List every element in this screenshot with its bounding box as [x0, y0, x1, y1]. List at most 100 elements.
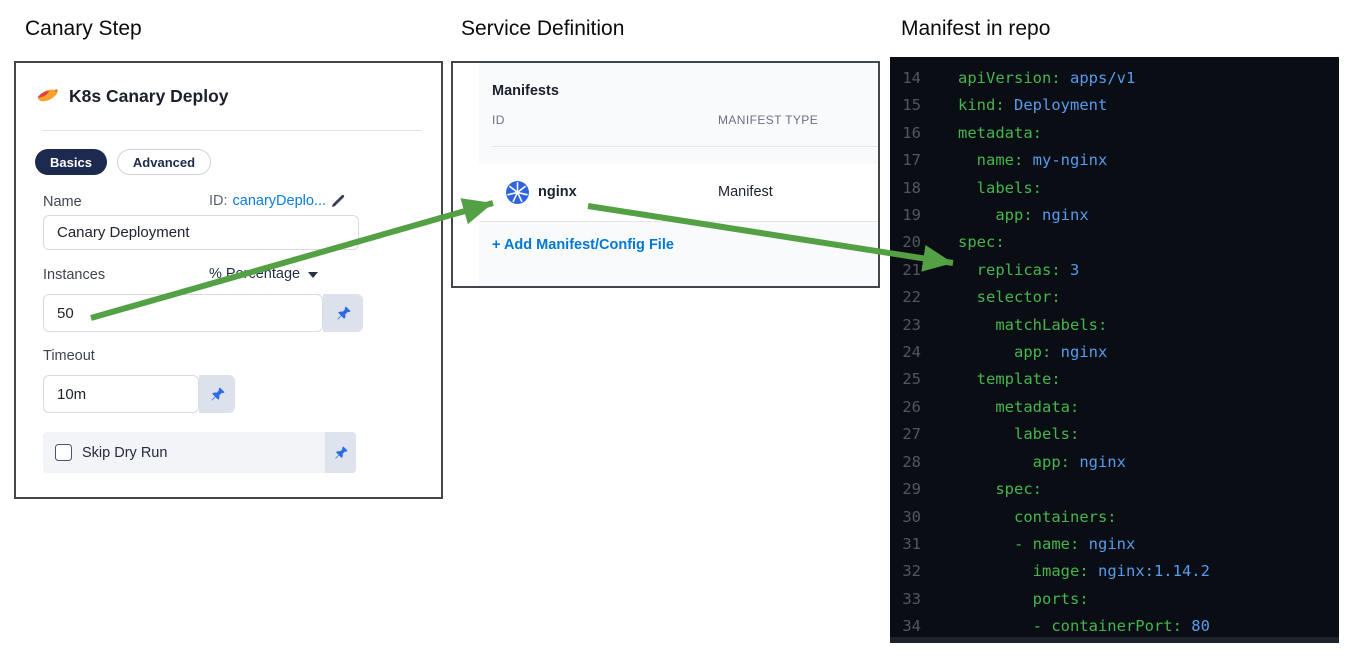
code-text: labels: [958, 178, 1042, 197]
line-number: 14 [902, 69, 921, 87]
service-definition-heading: Service Definition [461, 17, 625, 40]
code-text: kind: Deployment [958, 96, 1108, 115]
header-divider [42, 130, 421, 131]
manifests-title: Manifests [492, 83, 559, 99]
line-number: 22 [902, 288, 921, 307]
manifest-code-panel: 14 apiVersion: apps/v1 15 kind: Deployment 1… [890, 57, 1339, 643]
canary-step-panel: K8s Canary Deploy Basics Advanced Name I… [14, 61, 443, 499]
canary-icon [36, 85, 60, 107]
line-number: 29 [902, 480, 921, 499]
code-line: 16 metadata: [890, 120, 1339, 147]
instances-pin-button[interactable] [323, 294, 363, 332]
canary-step-heading: Canary Step [25, 17, 142, 40]
step-tabs: Basics Advanced [35, 149, 212, 175]
line-number: 21 [902, 260, 921, 279]
timeout-input[interactable]: 10m [43, 375, 199, 413]
chevron-down-icon [308, 272, 319, 278]
manifest-id-cell: nginx [538, 184, 577, 200]
line-number: 19 [902, 206, 921, 225]
line-number: 17 [902, 151, 921, 170]
code-text: spec: [958, 480, 1042, 499]
step-title: K8s Canary Deploy [69, 85, 229, 106]
code-text: containers: [958, 507, 1117, 526]
code-text: selector: [958, 288, 1061, 307]
instances-label: Instances [43, 267, 106, 283]
code-line: 24 app: nginx [890, 339, 1339, 366]
instances-unit-label: % Percentage [209, 266, 301, 282]
code-line: 33 ports: [890, 586, 1339, 613]
line-number: 25 [902, 370, 921, 389]
manifests-section: Manifests ID MANIFEST TYPE nginx Manifes… [479, 63, 878, 286]
timeout-pin-button[interactable] [199, 375, 235, 413]
tab-advanced[interactable]: Advanced [116, 149, 212, 175]
service-definition-panel: Manifests ID MANIFEST TYPE nginx Manifes… [451, 61, 880, 288]
name-label: Name [43, 194, 82, 210]
table-divider [492, 146, 878, 147]
skip-dry-run-pin-button[interactable] [325, 432, 356, 473]
id-prefix: ID: [209, 193, 228, 209]
code-text: labels: [958, 425, 1080, 444]
code-text: replicas: 3 [958, 260, 1080, 279]
add-manifest-link[interactable]: + Add Manifest/Config File [492, 237, 674, 253]
manifest-row[interactable]: nginx Manifest [479, 164, 878, 222]
code-text: app: nginx [958, 343, 1108, 362]
timeout-label: Timeout [43, 348, 95, 364]
code-line: 28 app: nginx [890, 449, 1339, 476]
code-text: app: nginx [958, 206, 1089, 225]
line-number: 27 [902, 425, 921, 444]
instances-unit-dropdown[interactable]: % Percentage [209, 266, 319, 282]
code-line: 32 image: nginx:1.14.2 [890, 558, 1339, 585]
code-line: 26 metadata: [890, 394, 1339, 421]
line-number: 16 [902, 123, 921, 142]
kubernetes-icon [505, 180, 530, 205]
column-header-manifest-type: MANIFEST TYPE [718, 113, 819, 127]
step-id-group: ID: canaryDeplo... [209, 193, 345, 209]
code-text: matchLabels: [958, 315, 1108, 334]
code-text: apiVersion: apps/v1 [958, 69, 1136, 87]
line-number: 18 [902, 178, 921, 197]
code-text: template: [958, 370, 1061, 389]
name-input[interactable]: Canary Deployment [43, 215, 359, 250]
line-number: 31 [902, 534, 921, 553]
skip-dry-run-checkbox[interactable] [55, 444, 72, 461]
code-text: image: nginx:1.14.2 [958, 562, 1210, 581]
code-text: ports: [958, 589, 1089, 608]
code-line: 25 template: [890, 366, 1339, 393]
id-link[interactable]: canaryDeplo... [233, 193, 327, 209]
code-line: 14 apiVersion: apps/v1 [890, 65, 1339, 92]
skip-dry-run-label: Skip Dry Run [82, 444, 168, 461]
code-text: metadata: [958, 123, 1042, 142]
timeout-input-row: 10m [43, 375, 235, 413]
code-line: 30 containers: [890, 504, 1339, 531]
line-number: 28 [902, 452, 921, 471]
code-line: 22 selector: [890, 284, 1339, 311]
code-line: 15 kind: Deployment [890, 92, 1339, 119]
code-line: 29 spec: [890, 476, 1339, 503]
code-text: metadata: [958, 397, 1080, 416]
line-number: 33 [902, 589, 921, 608]
instances-input-row: 50 [43, 294, 363, 332]
code-line: 20 spec: [890, 229, 1339, 256]
step-header: K8s Canary Deploy [36, 85, 229, 107]
code-line: 23 matchLabels: [890, 312, 1339, 339]
code-line: 19 app: nginx [890, 202, 1339, 229]
code-lines: 14 apiVersion: apps/v1 15 kind: Deployment 1… [890, 65, 1339, 641]
line-number: 23 [902, 315, 921, 334]
code-line: 17 name: my-nginx [890, 147, 1339, 174]
line-number: 32 [902, 562, 921, 581]
line-number: 20 [902, 233, 921, 252]
edit-pencil-icon[interactable] [331, 194, 345, 208]
line-number: 26 [902, 397, 921, 416]
tab-basics[interactable]: Basics [35, 149, 107, 175]
column-header-id: ID [492, 113, 505, 127]
line-number: 30 [902, 507, 921, 526]
code-text: name: my-nginx [958, 151, 1108, 170]
code-text: spec: [958, 233, 1005, 252]
scrollbar-track[interactable] [890, 637, 1339, 643]
manifest-type-cell: Manifest [718, 184, 773, 200]
line-number: 24 [902, 343, 921, 362]
code-line: 27 labels: [890, 421, 1339, 448]
code-line: 21 replicas: 3 [890, 257, 1339, 284]
line-number: 15 [902, 96, 921, 115]
instances-input[interactable]: 50 [43, 294, 323, 332]
